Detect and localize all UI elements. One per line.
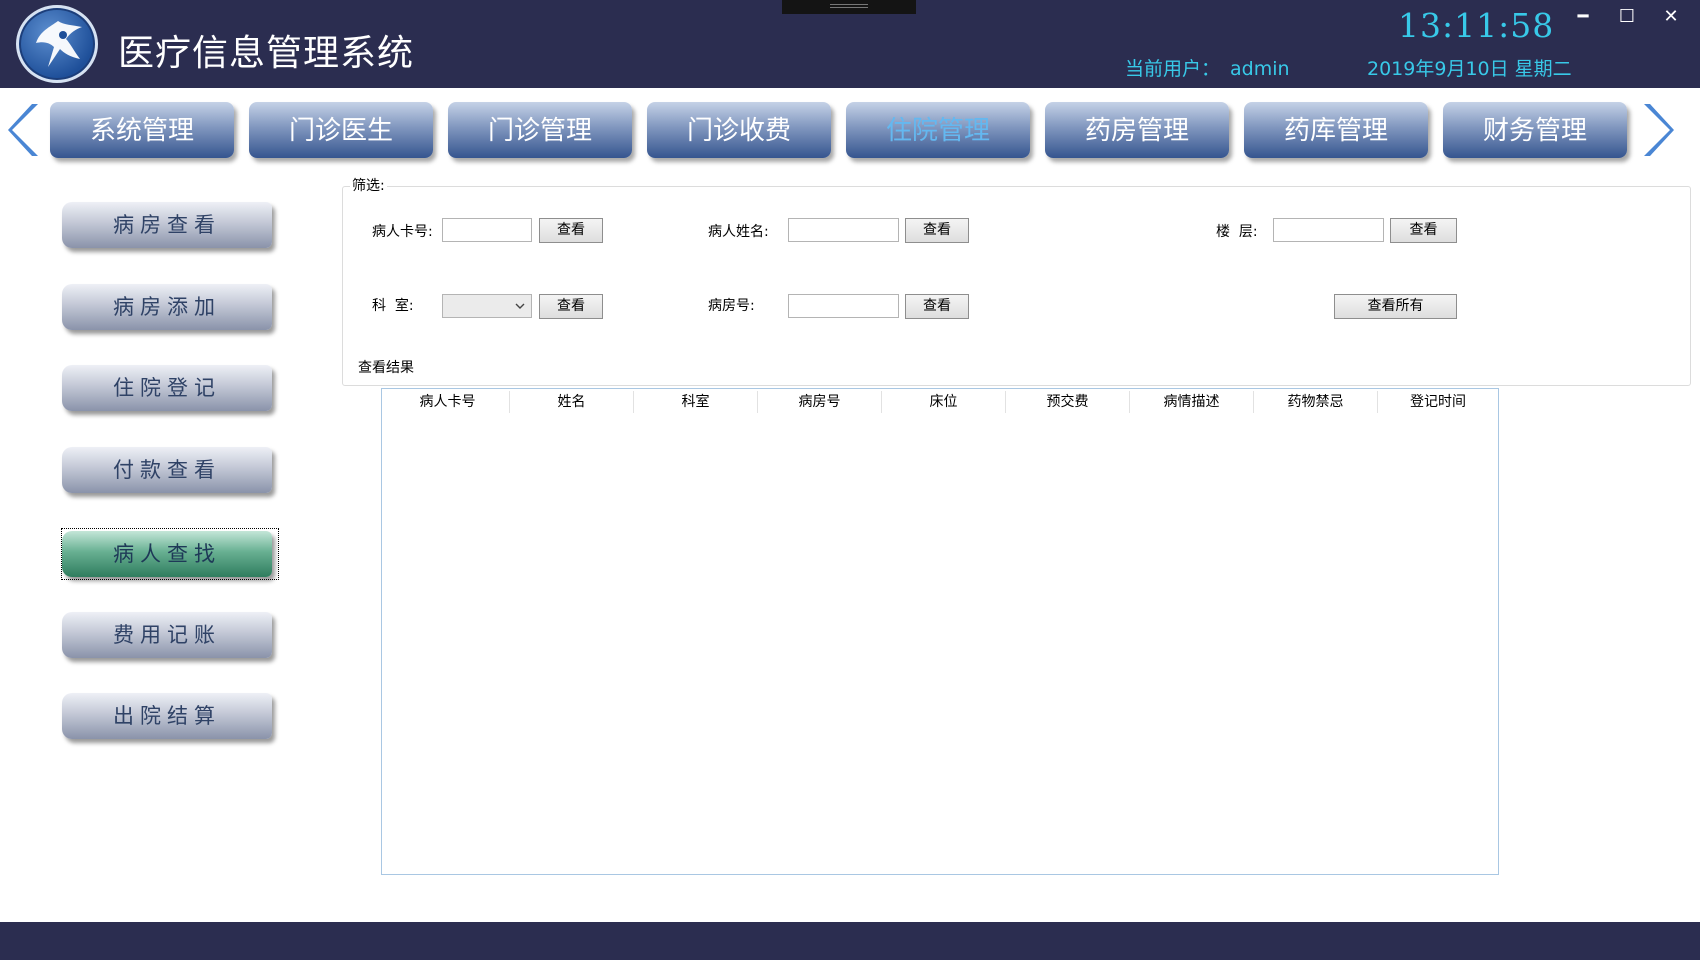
department-label: 科 室: xyxy=(372,298,414,314)
col-header-contraindication[interactable]: 药物禁忌 xyxy=(1254,391,1378,413)
col-header-department[interactable]: 科室 xyxy=(634,391,758,413)
close-button[interactable]: ✕ xyxy=(1654,4,1688,30)
nav-tab-drug-store[interactable]: 药库管理 xyxy=(1244,102,1428,158)
department-view-button[interactable]: 查看 xyxy=(539,294,603,319)
ward-no-label: 病房号: xyxy=(708,298,755,314)
ward-no-view-button[interactable]: 查看 xyxy=(905,294,969,319)
result-label: 查看结果 xyxy=(358,360,414,376)
nav-tab-system[interactable]: 系统管理 xyxy=(50,102,234,158)
app-title: 医疗信息管理系统 xyxy=(118,33,415,74)
date-display: 2019年9月10日 星期二 xyxy=(1367,58,1572,80)
current-user-name: admin xyxy=(1230,58,1290,80)
side-item-patient-search[interactable]: 病人查找 xyxy=(62,531,272,577)
nav-tab-outpatient-mgmt[interactable]: 门诊管理 xyxy=(448,102,632,158)
patient-name-input[interactable] xyxy=(788,218,899,242)
col-header-register-time[interactable]: 登记时间 xyxy=(1378,391,1498,413)
drag-handle[interactable] xyxy=(782,0,916,14)
view-all-button[interactable]: 查看所有 xyxy=(1334,294,1457,319)
side-item-ward-add[interactable]: 病房添加 xyxy=(62,284,272,330)
side-item-ward-view[interactable]: 病房查看 xyxy=(62,202,272,248)
clock-display: 13:11:58 xyxy=(1398,6,1555,45)
filter-legend: 筛选: xyxy=(350,175,387,195)
nav-tab-outpatient-billing[interactable]: 门诊收费 xyxy=(647,102,831,158)
col-header-card-no[interactable]: 病人卡号 xyxy=(386,391,510,413)
department-select[interactable] xyxy=(442,294,532,318)
card-no-label: 病人卡号: xyxy=(372,224,433,240)
chevron-down-icon xyxy=(515,303,525,309)
floor-label: 楼 层: xyxy=(1216,224,1258,240)
side-item-discharge[interactable]: 出院结算 xyxy=(62,693,272,739)
grid-header: 病人卡号 姓名 科室 病房号 床位 预交费 病情描述 药物禁忌 登记时间 xyxy=(386,391,1498,413)
col-header-bed[interactable]: 床位 xyxy=(882,391,1006,413)
app-logo-icon xyxy=(16,5,98,83)
floor-input[interactable] xyxy=(1273,218,1384,242)
patient-name-view-button[interactable]: 查看 xyxy=(905,218,969,243)
col-header-ward-no[interactable]: 病房号 xyxy=(758,391,882,413)
patient-name-label: 病人姓名: xyxy=(708,224,769,240)
title-bar[interactable]: 医疗信息管理系统 13:11:58 ━ ☐ ✕ 当前用户： admin 2019年… xyxy=(0,0,1700,88)
col-header-condition[interactable]: 病情描述 xyxy=(1130,391,1254,413)
current-user-label: 当前用户： xyxy=(1125,58,1221,80)
current-user-info: 当前用户： admin xyxy=(1125,54,1290,81)
status-bar xyxy=(0,922,1700,960)
app-window: 医疗信息管理系统 13:11:58 ━ ☐ ✕ 当前用户： admin 2019年… xyxy=(0,0,1700,960)
nav-tab-outpatient-doctor[interactable]: 门诊医生 xyxy=(249,102,433,158)
nav-prev-arrow-icon[interactable] xyxy=(4,100,44,160)
col-header-deposit[interactable]: 预交费 xyxy=(1006,391,1130,413)
side-item-payment-view[interactable]: 付款查看 xyxy=(62,447,272,493)
nav-tab-pharmacy[interactable]: 药房管理 xyxy=(1045,102,1229,158)
ward-no-input[interactable] xyxy=(788,294,899,318)
maximize-button[interactable]: ☐ xyxy=(1610,4,1644,30)
nav-next-arrow-icon[interactable] xyxy=(1638,100,1678,160)
results-grid[interactable]: 病人卡号 姓名 科室 病房号 床位 预交费 病情描述 药物禁忌 登记时间 xyxy=(381,388,1499,875)
filter-group xyxy=(342,186,1691,386)
floor-view-button[interactable]: 查看 xyxy=(1390,218,1457,243)
minimize-button[interactable]: ━ xyxy=(1566,4,1600,30)
card-no-view-button[interactable]: 查看 xyxy=(539,218,603,243)
nav-tab-inpatient[interactable]: 住院管理 xyxy=(846,102,1030,158)
nav-tab-finance[interactable]: 财务管理 xyxy=(1443,102,1627,158)
col-header-name[interactable]: 姓名 xyxy=(510,391,634,413)
side-item-admission[interactable]: 住院登记 xyxy=(62,365,272,411)
side-item-expense-record[interactable]: 费用记账 xyxy=(62,612,272,658)
card-no-input[interactable] xyxy=(442,218,532,242)
